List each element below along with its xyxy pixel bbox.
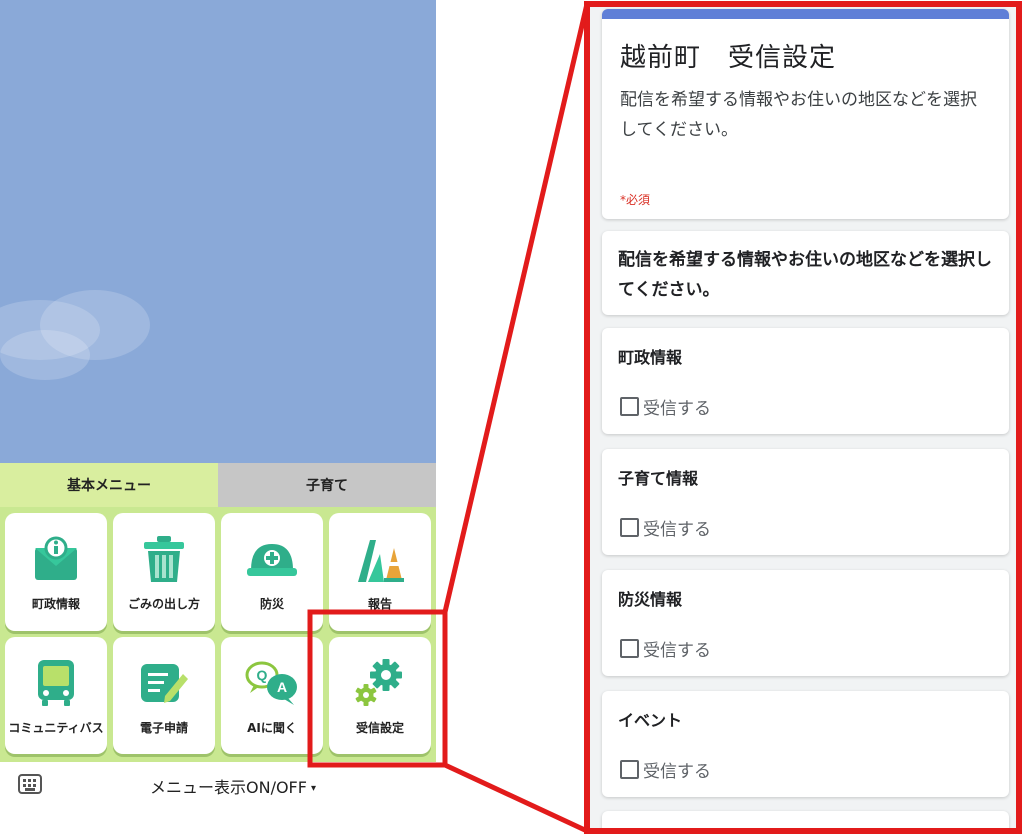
helmet-icon	[244, 531, 300, 587]
receive-checkbox-option[interactable]: 受信する	[620, 757, 711, 782]
road-cone-icon	[352, 531, 408, 587]
receive-checkbox-option[interactable]: 受信する	[620, 394, 711, 419]
form-title: 越前町 受信設定	[620, 43, 837, 73]
menu-item-report[interactable]: 報告	[329, 513, 431, 631]
checkbox[interactable]	[620, 639, 639, 658]
question-title: 防災情報	[618, 590, 683, 609]
question-card-event: イベント 受信する	[602, 691, 1009, 797]
question-card-town-info: 町政情報 受信する	[602, 328, 1009, 434]
trash-can-icon	[136, 531, 192, 587]
bus-icon	[28, 655, 84, 711]
qa-chat-icon: Q A	[244, 655, 300, 711]
section-card: 配信を希望する情報やお住いの地区などを選択してください。	[602, 231, 1009, 315]
zoom-line-top	[442, 3, 590, 613]
question-title: 町政情報	[618, 348, 683, 367]
rich-menu-tabs: 基本メニュー 子育て	[0, 463, 436, 507]
menu-item-disaster[interactable]: 防災	[221, 513, 323, 631]
svg-text:A: A	[277, 679, 287, 695]
menu-item-e-application[interactable]: 電子申請	[113, 636, 215, 754]
menu-item-label: AIに聞く	[247, 720, 297, 735]
checkbox-label: 受信する	[643, 641, 711, 661]
menu-item-label: 受信設定	[355, 720, 404, 735]
menu-item-label: コミュニティバス	[8, 720, 104, 735]
svg-text:Q: Q	[257, 667, 268, 683]
checkbox-label: 受信する	[643, 399, 711, 419]
tab-basic-menu[interactable]: 基本メニュー	[0, 463, 218, 507]
rich-menu-grid: 町政情報 ごみの出し方 防災 報告 コミュニティバス 電子申請 Q A AIに聞…	[0, 507, 436, 762]
checkbox[interactable]	[620, 397, 639, 416]
question-card-partial	[602, 811, 1009, 831]
receive-checkbox-option[interactable]: 受信する	[620, 636, 711, 661]
menu-item-label: 町政情報	[31, 597, 80, 612]
checkbox-label: 受信する	[643, 762, 711, 782]
chat-background	[0, 0, 436, 463]
question-title: イベント	[618, 711, 683, 730]
menu-item-ask-ai[interactable]: Q A AIに聞く	[221, 636, 323, 754]
line-chat-screen: 基本メニュー 子育て 町政情報 ごみの出し方 防災 報告 コミュニティバス 電子…	[0, 0, 436, 837]
zoom-line-bottom	[443, 762, 589, 834]
form-header-card: 越前町 受信設定 配信を希望する情報やお住いの地区などを選択してください。 *必…	[602, 9, 1009, 219]
keyboard-icon[interactable]	[18, 774, 42, 794]
menu-item-label: 防災	[259, 597, 284, 612]
menu-item-label: 電子申請	[139, 720, 188, 735]
chat-bottom-bar: メニュー表示ON/OFF ▾	[0, 762, 436, 837]
question-card-childcare-info: 子育て情報 受信する	[602, 449, 1009, 555]
menu-item-label: ごみの出し方	[127, 597, 200, 612]
menu-item-receive-settings[interactable]: 受信設定	[329, 636, 431, 754]
menu-toggle-label: メニュー表示ON/OFF	[150, 778, 307, 797]
checkbox-label: 受信する	[643, 520, 711, 540]
menu-toggle-button[interactable]: メニュー表示ON/OFF ▾	[150, 774, 316, 798]
menu-item-community-bus[interactable]: コミュニティバス	[5, 636, 107, 754]
checkbox[interactable]	[620, 518, 639, 537]
receive-checkbox-option[interactable]: 受信する	[620, 515, 711, 540]
question-title: 子育て情報	[618, 469, 699, 488]
mail-info-icon	[28, 531, 84, 587]
menu-item-label: 報告	[367, 597, 392, 612]
question-card-disaster-info: 防災情報 受信する	[602, 570, 1009, 676]
checkbox[interactable]	[620, 760, 639, 779]
section-text: 配信を希望する情報やお住いの地区などを選択してください。	[618, 250, 992, 300]
form-description: 配信を希望する情報やお住いの地区などを選択してください。	[620, 90, 977, 140]
menu-item-town-info[interactable]: 町政情報	[5, 513, 107, 631]
gears-icon	[352, 655, 408, 711]
caret-down-icon: ▾	[310, 783, 316, 794]
receive-settings-form: 越前町 受信設定 配信を希望する情報やお住いの地区などを選択してください。 *必…	[588, 5, 1018, 831]
required-note: *必須	[620, 193, 651, 207]
tab-childcare[interactable]: 子育て	[218, 463, 436, 507]
edit-form-icon	[136, 655, 192, 711]
menu-item-garbage[interactable]: ごみの出し方	[113, 513, 215, 631]
